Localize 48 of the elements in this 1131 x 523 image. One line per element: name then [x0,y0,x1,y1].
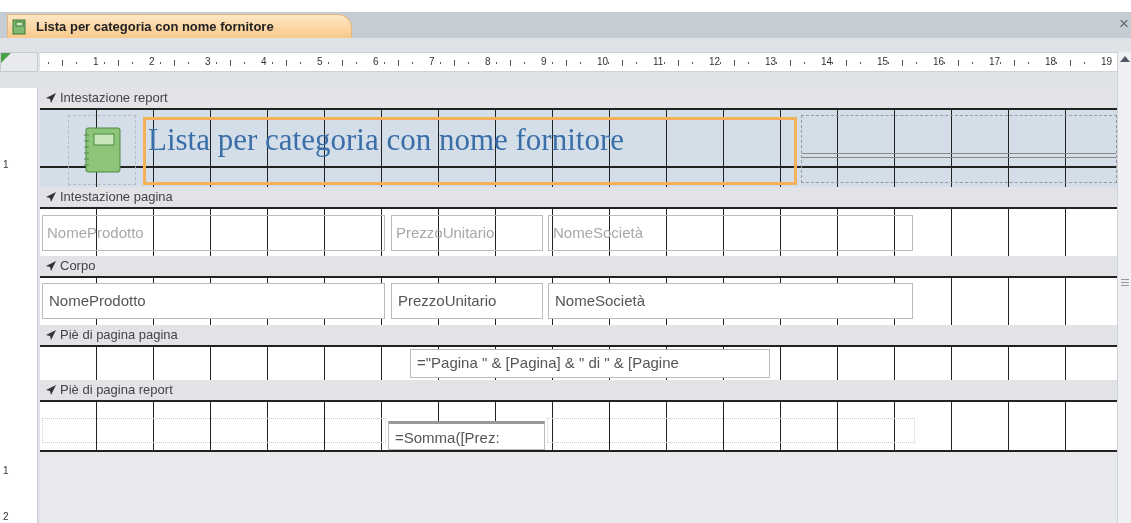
select-report-icon[interactable] [1,53,11,63]
text-box[interactable]: PrezzoUnitario [391,283,543,319]
ruler-number: 17 [989,55,1001,69]
ruler-number: 19 [1101,55,1113,69]
ruler-number: 15 [877,55,889,69]
report-logo-image[interactable] [68,115,136,185]
ruler-number: 14 [821,55,833,69]
section-title: Piè di pagina pagina [60,326,178,345]
scroll-up-icon[interactable] [1120,56,1130,62]
section-arrow-icon [46,192,56,202]
section-title: Piè di pagina report [60,381,173,400]
text-box[interactable]: NomeSocietà [548,283,913,319]
splitter-icon[interactable] [1121,279,1129,286]
ruler-number: 18 [1045,55,1057,69]
text-box[interactable]: NomeProdotto [42,283,385,319]
ruler-number: 1 [3,466,9,476]
ruler-number: 10 [597,55,609,69]
ruler-number: 7 [429,55,435,69]
ruler-number: 9 [541,55,547,69]
section-title: Intestazione report [60,89,168,108]
section-arrow-icon [46,385,56,395]
ruler-number: 2 [149,55,155,69]
ruler-number: 6 [373,55,379,69]
text-box[interactable]: =Somma([Prez: [388,421,545,450]
ruler-number: 13 [765,55,777,69]
ruler-number: 1 [93,55,99,69]
ruler-number: 1 [3,160,9,170]
section-title: Intestazione pagina [60,188,173,207]
ruler-number: 12 [709,55,721,69]
section-arrow-icon [46,330,56,340]
ruler-number: 11 [653,55,664,69]
ruler-number: 3 [205,55,211,69]
ruler-number: 4 [261,55,267,69]
hidden-control-outline[interactable] [42,418,386,443]
text-box[interactable]: ="Pagina " & [Pagina] & " di " & [Pagine [410,349,770,378]
close-button[interactable]: × [1119,15,1129,32]
ruler-number: 8 [485,55,491,69]
ruler-number: 2 [3,512,9,522]
vertical-scrollbar[interactable] [1117,52,1131,523]
empty-control-outline[interactable] [801,115,1117,183]
ruler-number: 16 [933,55,945,69]
section-arrow-icon [46,261,56,271]
document-tab[interactable]: Lista per categoria con nome fornitore [7,14,352,38]
section-arrow-icon [46,93,56,103]
section-title: Corpo [60,257,96,276]
ruler-number: 5 [317,55,323,69]
report-icon [12,18,26,35]
hidden-control-outline[interactable] [547,418,915,443]
